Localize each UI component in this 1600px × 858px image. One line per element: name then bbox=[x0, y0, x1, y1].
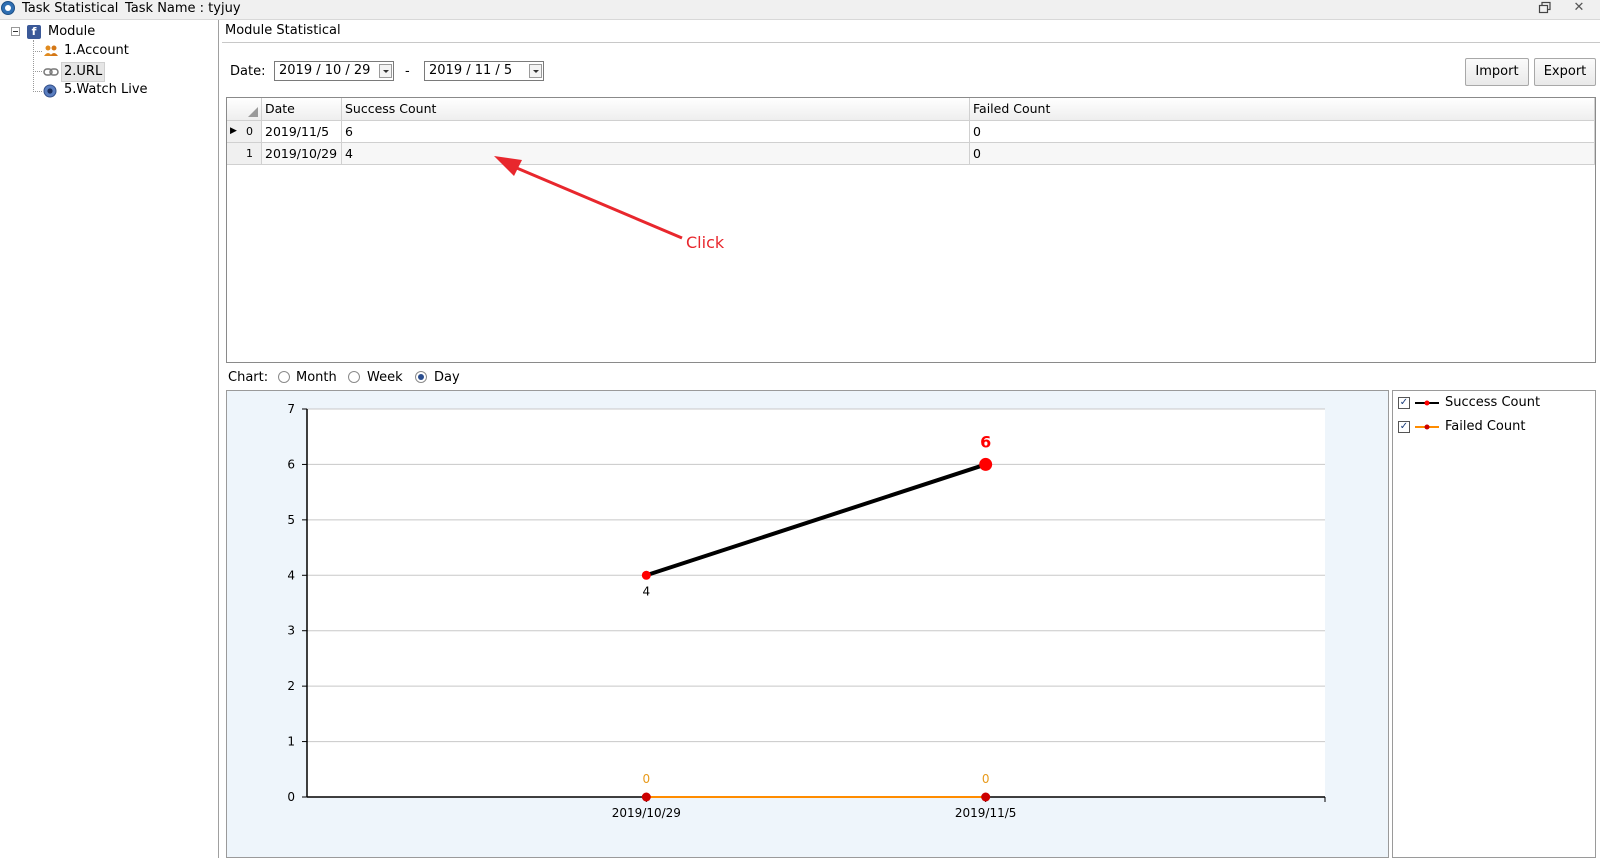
radio-week[interactable] bbox=[348, 371, 360, 383]
data-label: 6 bbox=[980, 432, 991, 451]
collapse-toggle-icon[interactable] bbox=[11, 27, 20, 36]
tree-line bbox=[33, 71, 42, 72]
column-header-date[interactable]: Date bbox=[262, 98, 342, 121]
date-separator: - bbox=[405, 64, 410, 79]
x-tick-label: 2019/11/5 bbox=[955, 806, 1017, 820]
chevron-down-icon[interactable] bbox=[529, 64, 542, 78]
line-chart: 0 1 2 3 4 5 6 7 2019/10/29 2019/11/5 0 0 4 6 bbox=[287, 402, 1326, 820]
column-header-failed[interactable]: Failed Count bbox=[970, 98, 1595, 121]
data-point bbox=[979, 457, 993, 471]
module-tree: f Module 1.Account 2.URL 5.Watch Live bbox=[0, 20, 219, 858]
legend-checkbox-failed[interactable]: ✓ bbox=[1398, 421, 1410, 433]
y-tick-label: 0 bbox=[287, 790, 295, 804]
y-tick-label: 2 bbox=[287, 679, 295, 693]
data-point bbox=[641, 792, 651, 802]
window-title: Task Statistical bbox=[22, 1, 119, 16]
data-point bbox=[641, 570, 651, 580]
tree-item-account[interactable]: 1.Account bbox=[64, 42, 129, 60]
column-header-success[interactable]: Success Count bbox=[342, 98, 970, 121]
data-point bbox=[981, 792, 991, 802]
current-row-icon: ▶ bbox=[230, 126, 237, 136]
plot-background bbox=[307, 409, 1325, 797]
date-from-value: 2019 / 10 / 29 bbox=[279, 63, 371, 78]
close-icon[interactable]: ✕ bbox=[1572, 1, 1586, 15]
legend-line-success-icon bbox=[1415, 400, 1439, 406]
tree-line bbox=[33, 91, 42, 92]
y-tick-label: 4 bbox=[287, 568, 295, 582]
export-button[interactable]: Export bbox=[1534, 58, 1596, 86]
legend-label-success: Success Count bbox=[1445, 395, 1541, 410]
legend-label-failed: Failed Count bbox=[1445, 419, 1526, 434]
table-cell-success[interactable]: 4 bbox=[342, 143, 970, 165]
legend-checkbox-success[interactable]: ✓ bbox=[1398, 397, 1410, 409]
table-corner bbox=[227, 98, 262, 121]
panel-title: Module Statistical bbox=[225, 23, 341, 38]
row-header[interactable]: 1 bbox=[227, 143, 262, 165]
import-button[interactable]: Import bbox=[1465, 58, 1529, 86]
link-icon bbox=[43, 68, 59, 76]
y-tick-label: 5 bbox=[287, 513, 295, 527]
data-label: 0 bbox=[643, 772, 651, 786]
radio-month[interactable] bbox=[278, 371, 290, 383]
chart-area: 0 1 2 3 4 5 6 7 2019/10/29 2019/11/5 0 0 4 6 bbox=[226, 390, 1389, 858]
y-tick-label: 1 bbox=[287, 735, 295, 749]
panel-header: Module Statistical bbox=[222, 22, 1600, 43]
y-tick-label: 7 bbox=[287, 402, 295, 416]
date-from-picker[interactable]: 2019 / 10 / 29 bbox=[274, 61, 394, 81]
chart-label: Chart: bbox=[228, 370, 269, 385]
task-name: Task Name : tyjuy bbox=[125, 1, 241, 16]
users-icon bbox=[44, 45, 58, 56]
date-to-value: 2019 / 11 / 5 bbox=[429, 63, 513, 78]
data-label: 0 bbox=[982, 772, 990, 786]
row-index: 0 bbox=[246, 125, 253, 138]
app-icon bbox=[1, 1, 15, 15]
row-index: 1 bbox=[246, 147, 253, 160]
table-cell-success[interactable]: 6 bbox=[342, 121, 970, 143]
data-label: 4 bbox=[643, 584, 651, 598]
date-to-picker[interactable]: 2019 / 11 / 5 bbox=[424, 61, 544, 81]
tree-root-module[interactable]: Module bbox=[48, 23, 95, 41]
x-tick-label: 2019/10/29 bbox=[612, 806, 681, 820]
table-cell-failed[interactable]: 0 bbox=[970, 143, 1595, 165]
chevron-down-icon[interactable] bbox=[379, 64, 392, 78]
tree-item-url[interactable]: 2.URL bbox=[61, 62, 106, 82]
facebook-icon: f bbox=[27, 25, 41, 39]
eye-icon bbox=[43, 84, 57, 98]
title-bar: Task Statistical Task Name : tyjuy ✕ bbox=[0, 0, 1600, 20]
tree-line bbox=[33, 40, 34, 92]
table-cell-date[interactable]: 2019/11/5 bbox=[262, 121, 342, 143]
annotation-click-label: Click bbox=[686, 233, 725, 252]
statistics-table: Date Success Count Failed Count ▶ 0 2019… bbox=[226, 97, 1596, 363]
restore-icon[interactable] bbox=[1538, 1, 1552, 15]
y-tick-label: 6 bbox=[287, 457, 295, 471]
date-label: Date: bbox=[230, 64, 266, 79]
select-all-icon[interactable] bbox=[247, 106, 259, 118]
radio-month-label[interactable]: Month bbox=[296, 370, 337, 385]
tree-item-watch-live[interactable]: 5.Watch Live bbox=[64, 81, 148, 99]
y-tick-label: 3 bbox=[287, 624, 295, 638]
radio-day[interactable] bbox=[415, 371, 427, 383]
table-cell-failed[interactable]: 0 bbox=[970, 121, 1595, 143]
tree-line bbox=[33, 51, 42, 52]
table-cell-date[interactable]: 2019/10/29 bbox=[262, 143, 342, 165]
legend-line-failed-icon bbox=[1415, 424, 1439, 430]
row-header[interactable]: ▶ 0 bbox=[227, 121, 262, 143]
radio-day-label[interactable]: Day bbox=[434, 370, 460, 385]
chart-legend: ✓ Success Count ✓ Failed Count bbox=[1392, 390, 1596, 858]
radio-week-label[interactable]: Week bbox=[367, 370, 403, 385]
